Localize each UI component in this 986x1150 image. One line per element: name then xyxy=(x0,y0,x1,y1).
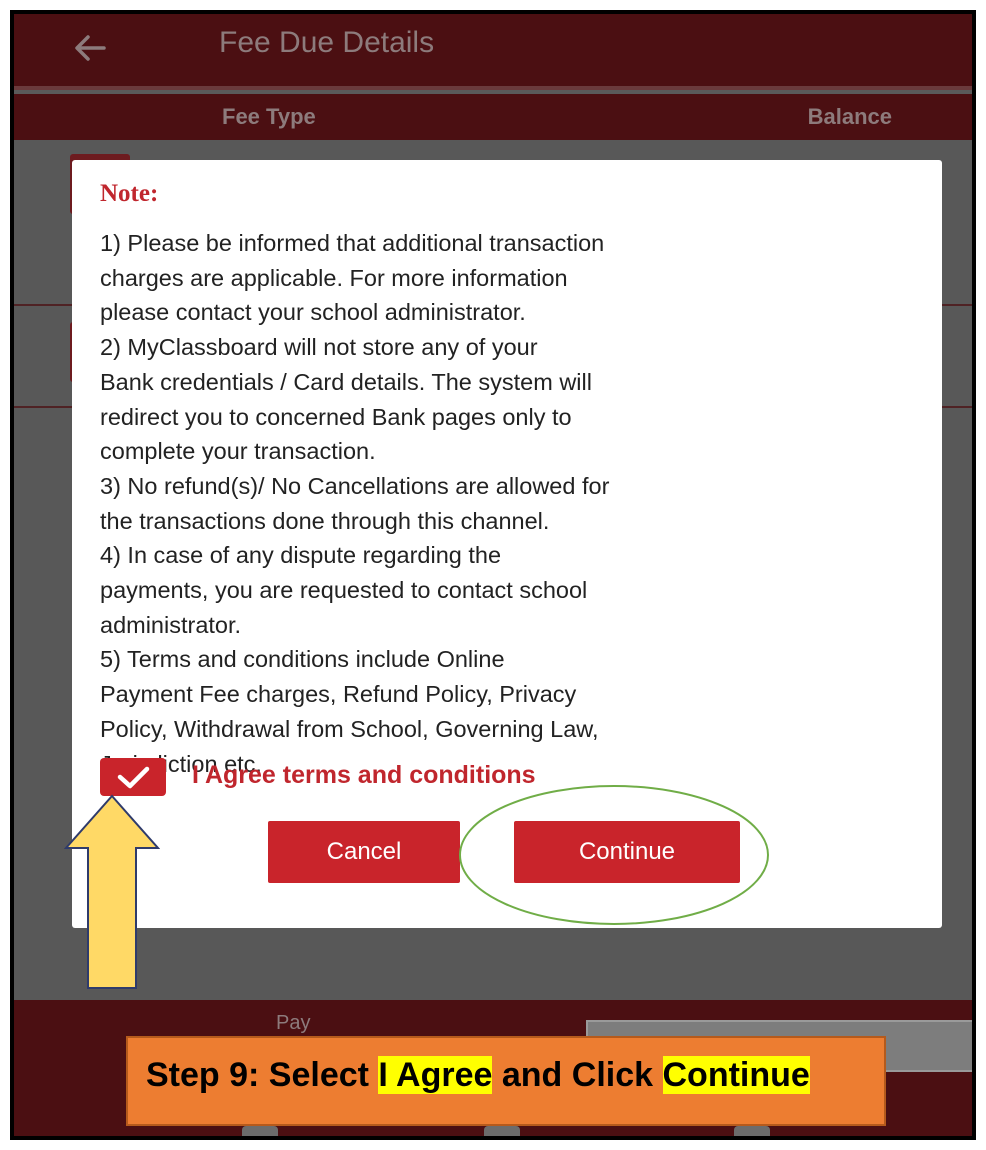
terms-line: payments, you are requested to contact s… xyxy=(100,577,588,604)
pay-label: Pay xyxy=(276,1012,311,1034)
fee-table-header: Fee Type Balance xyxy=(14,94,972,140)
highlight-i-agree: I Agree xyxy=(378,1056,493,1094)
nav-back-icon[interactable] xyxy=(734,1126,770,1136)
terms-line: 2) MyClassboard will not store any of yo… xyxy=(100,334,538,361)
checkmark-icon xyxy=(117,766,150,789)
terms-line: redirect you to concerned Bank pages onl… xyxy=(100,403,572,430)
step-middle: and Click xyxy=(492,1056,663,1094)
terms-text: 1) Please be informed that additional tr… xyxy=(100,226,609,781)
up-arrow-annotation xyxy=(64,794,160,989)
terms-line: Payment Fee charges, Refund Policy, Priv… xyxy=(100,681,577,708)
highlight-continue: Continue xyxy=(662,1056,810,1094)
dialog-title: Note: xyxy=(100,180,159,207)
terms-dialog: Note: 1) Please be informed that additio… xyxy=(72,160,942,928)
terms-line: 3) No refund(s)/ No Cancellations are al… xyxy=(100,472,610,499)
terms-line: 5) Terms and conditions include Online xyxy=(100,646,505,673)
terms-line: Bank credentials / Card details. The sys… xyxy=(100,368,592,395)
app-bar-divider xyxy=(14,86,972,90)
step-banner: Step 9: Select I Agree and Click Continu… xyxy=(126,1036,886,1126)
column-balance: Balance xyxy=(807,104,892,129)
terms-line: 1) Please be informed that additional tr… xyxy=(100,230,605,256)
back-arrow-icon[interactable] xyxy=(70,28,110,68)
step-instruction: Step 9: Select I Agree and Click Continu… xyxy=(146,1056,810,1095)
continue-button[interactable]: Continue xyxy=(514,821,740,883)
nav-home-icon[interactable] xyxy=(484,1126,520,1136)
terms-line: 4) In case of any dispute regarding the xyxy=(100,542,502,569)
terms-line: administrator. xyxy=(100,611,242,638)
agree-checkbox[interactable] xyxy=(100,758,166,796)
terms-line: please contact your school administrator… xyxy=(100,299,526,326)
step-prefix: Step 9: Select xyxy=(146,1056,379,1094)
terms-line: charges are applicable. For more informa… xyxy=(100,264,568,291)
terms-line: Policy, Withdrawal from School, Governin… xyxy=(100,715,599,742)
column-fee-type: Fee Type xyxy=(222,104,316,129)
terms-line: the transactions done through this chann… xyxy=(100,507,550,534)
agree-label[interactable]: I Agree terms and conditions xyxy=(192,761,536,790)
app-bar: Fee Due Details xyxy=(14,14,972,86)
page-title: Fee Due Details xyxy=(219,26,435,59)
terms-line: complete your transaction. xyxy=(100,438,376,465)
nav-recent-icon[interactable] xyxy=(242,1126,278,1136)
cancel-button[interactable]: Cancel xyxy=(268,821,460,883)
